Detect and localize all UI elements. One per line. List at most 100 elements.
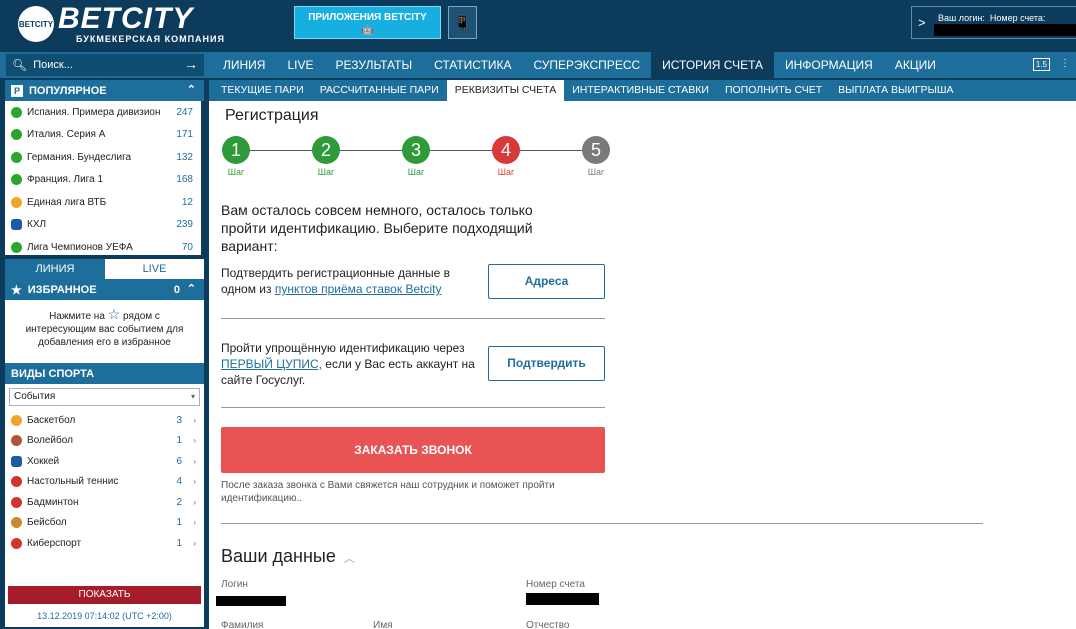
sport-item-count: 1 xyxy=(176,435,182,447)
chevron-up-icon[interactable]: ⌃ xyxy=(187,83,196,96)
phone-icon[interactable]: 📱 xyxy=(448,6,477,39)
points-link[interactable]: пунктов приёма ставок Betcity xyxy=(275,282,442,296)
cupis-link[interactable]: ПЕРВЫЙ ЦУПИС, xyxy=(221,357,322,371)
soccer-icon xyxy=(11,174,22,186)
popular-title: ПОПУЛЯРНОЕ xyxy=(29,84,107,97)
search-input[interactable]: Поиск... xyxy=(33,59,73,71)
events-select[interactable]: События ▾ xyxy=(9,388,200,406)
popular-item[interactable]: Германия. Бундеслига 132 xyxy=(5,146,201,169)
login-box[interactable]: > Ваш логин: Номер счета: xyxy=(911,6,1076,39)
chevron-right-icon[interactable]: › xyxy=(193,457,196,466)
nav-item[interactable]: АКЦИИ xyxy=(884,52,947,78)
chevron-right-icon[interactable]: › xyxy=(193,518,196,527)
subtab[interactable]: ТЕКУЩИЕ ПАРИ xyxy=(213,80,312,101)
sport-item[interactable]: Волейбол 1 › xyxy=(5,431,204,452)
login-label: Логин xyxy=(221,579,248,590)
datetime: 13.12.2019 07:14:02 (UTC +2:00) xyxy=(37,611,172,621)
soccer-icon xyxy=(11,129,22,141)
popular-header[interactable]: P ПОПУЛЯРНОЕ ⌃ xyxy=(5,80,204,101)
popular-item-label: Единая лига ВТБ xyxy=(27,196,107,208)
nav-item[interactable]: ЛИНИЯ xyxy=(212,52,276,78)
table-tennis-icon xyxy=(11,476,22,488)
sport-item[interactable]: Бадминтон 2 › xyxy=(5,492,204,513)
volleyball-icon xyxy=(11,435,22,447)
tab-live[interactable]: LIVE xyxy=(105,259,204,279)
tab-line[interactable]: ЛИНИЯ xyxy=(5,259,105,279)
nav-item[interactable]: СУПЕРЭКСПРЕСС xyxy=(523,52,652,78)
popular-item[interactable]: Франция. Лига 1 168 xyxy=(5,169,201,192)
more-icon[interactable]: ⋮ xyxy=(1060,58,1070,71)
sport-item-label: Бадминтон xyxy=(27,496,79,508)
arrow-right-icon[interactable]: → xyxy=(184,56,198,72)
popular-item[interactable]: Испания. Примера дивизион 247 xyxy=(5,101,201,124)
popular-item-count: 168 xyxy=(176,174,193,186)
logo-subtitle: БУКМЕКЕРСКАЯ КОМПАНИЯ xyxy=(76,34,225,44)
option2-text: Пройти упрощённую идентификацию через ПЕ… xyxy=(221,341,475,387)
favorites-title: ИЗБРАННОЕ xyxy=(27,283,97,296)
step-label: Шаг xyxy=(497,167,515,177)
star-outline-icon: ☆ xyxy=(107,306,121,322)
subtab[interactable]: РАССЧИТАННЫЕ ПАРИ xyxy=(312,80,447,101)
popular-item-count: 12 xyxy=(181,196,193,208)
popular-item[interactable]: Италия. Серия А 171 xyxy=(5,124,201,147)
popular-item-count: 239 xyxy=(176,219,193,231)
search-icon: 🔍︎ xyxy=(12,58,28,72)
popular-item-label: Испания. Примера дивизион xyxy=(27,106,161,118)
popular-item-count: 247 xyxy=(176,106,193,118)
nav-item[interactable]: LIVE xyxy=(276,52,324,78)
sports-title: ВИДЫ СПОРТА xyxy=(11,367,95,380)
favorites-note: Нажмите на ☆ рядом с интересующим вас со… xyxy=(25,306,184,348)
sidebar: P ПОПУЛЯРНОЕ ⌃ Испания. Примера дивизион… xyxy=(5,80,204,627)
show-button[interactable]: ПОКАЗАТЬ xyxy=(8,586,201,604)
order-call-button[interactable]: ЗАКАЗАТЬ ЗВОНОК xyxy=(221,427,605,473)
sport-item[interactable]: Бейсбол 1 › xyxy=(5,513,204,534)
sport-item[interactable]: Хоккей 6 › xyxy=(5,451,204,472)
search-box[interactable]: 🔍︎ Поиск... → xyxy=(6,54,204,76)
chevron-up-icon[interactable]: ⌃ xyxy=(187,282,196,295)
chevron-down-icon: ▾ xyxy=(190,392,195,401)
chevron-right-icon[interactable]: › xyxy=(193,498,196,507)
sport-item[interactable]: Настольный теннис 4 › xyxy=(5,472,204,493)
popular-item-label: Италия. Серия А xyxy=(27,129,106,141)
chevron-right-icon[interactable]: › xyxy=(193,477,196,486)
popular-item[interactable]: Лига Чемпионов УЕФА 70 xyxy=(5,236,201,255)
registration-steps: 1 Шаг 2 Шаг 3 Шаг 4 Шаг 5 Шаг xyxy=(221,136,611,180)
popular-item[interactable]: КХЛ 239 xyxy=(5,214,201,237)
your-data-title[interactable]: Ваши данные ︿ xyxy=(221,546,355,567)
favorites-header[interactable]: ★ ИЗБРАННОЕ 0 ⌃ xyxy=(5,279,204,300)
nav-item[interactable]: ИСТОРИЯ СЧЕТА xyxy=(651,52,775,78)
subtab[interactable]: РЕКВИЗИТЫ СЧЕТА xyxy=(446,80,565,101)
sport-item[interactable]: Баскетбол 3 › xyxy=(5,410,204,431)
chevron-right-icon[interactable]: › xyxy=(193,436,196,445)
surname-label: Фамилия xyxy=(221,620,264,629)
popular-item[interactable]: Единая лига ВТБ 12 xyxy=(5,191,201,214)
step-label: Шаг xyxy=(587,167,605,177)
popular-item-label: Лига Чемпионов УЕФА xyxy=(27,241,133,253)
confirm-button[interactable]: Подтвердить xyxy=(488,346,605,381)
addresses-button[interactable]: Адреса xyxy=(488,264,605,299)
sport-item[interactable]: Киберспорт 1 › xyxy=(5,533,204,554)
basketball-icon xyxy=(11,196,22,208)
nav-item[interactable]: ИНФОРМАЦИЯ xyxy=(774,52,884,78)
soccer-icon xyxy=(11,241,22,253)
nav-item[interactable]: РЕЗУЛЬТАТЫ xyxy=(324,52,423,78)
sport-item-label: Хоккей xyxy=(27,455,60,467)
subtab[interactable]: ИНТЕРАКТИВНЫЕ СТАВКИ xyxy=(564,80,717,101)
soccer-icon xyxy=(11,106,22,118)
sport-item-label: Волейбол xyxy=(27,435,73,447)
subtab[interactable]: ПОПОЛНИТЬ СЧЕТ xyxy=(717,80,830,101)
apps-button[interactable]: ПРИЛОЖЕНИЯ BETCITY 🤖 xyxy=(294,6,441,39)
coef-badge[interactable]: 1.5 xyxy=(1032,58,1050,71)
popular-item-label: Франция. Лига 1 xyxy=(27,174,104,186)
nav-right: 1.5 ⋮ xyxy=(1032,58,1070,71)
android-apple-icon: 🤖 xyxy=(361,25,374,36)
chevron-right-icon[interactable]: › xyxy=(193,416,196,425)
badminton-icon xyxy=(11,496,22,508)
betcity-logo[interactable]: BETCITY BETCITY БУКМЕКЕРСКАЯ КОМПАНИЯ xyxy=(18,4,225,44)
subtab[interactable]: ВЫПЛАТА ВЫИГРЫША xyxy=(830,80,961,101)
sport-item-label: Баскетбол xyxy=(27,414,76,426)
nav-item[interactable]: СТАТИСТИКА xyxy=(423,52,522,78)
chevron-right-icon[interactable]: › xyxy=(193,539,196,548)
logo-ball-icon: BETCITY xyxy=(18,6,54,42)
redacted-account-value xyxy=(526,593,599,605)
